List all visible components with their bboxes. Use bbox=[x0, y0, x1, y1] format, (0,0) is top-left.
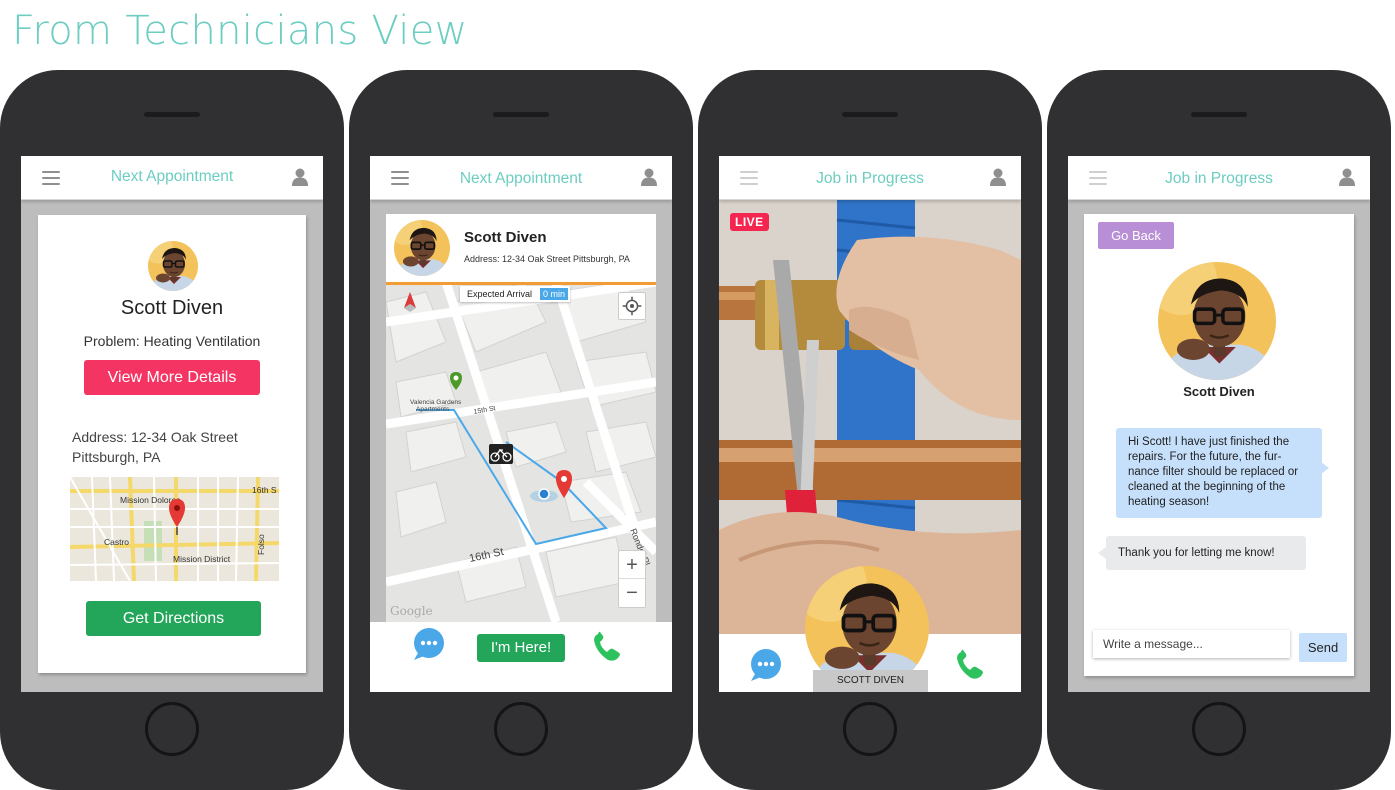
address-line-1: Address: 12-34 Oak Street bbox=[72, 429, 238, 445]
speaker-grille bbox=[493, 112, 549, 117]
message-input[interactable] bbox=[1093, 630, 1290, 658]
app-bar: Job in Progress bbox=[1068, 156, 1370, 200]
appointment-card: Scott Diven Problem: Heating Ventilation… bbox=[38, 215, 306, 673]
technician-message: Hi Scott! I have just finished the repai… bbox=[1116, 428, 1329, 518]
home-button[interactable] bbox=[843, 702, 897, 756]
home-button[interactable] bbox=[1192, 702, 1246, 756]
caller-name-tag: SCOTT DIVEN bbox=[813, 670, 928, 692]
customer-name: Scott Diven bbox=[1183, 384, 1255, 399]
customer-name: Scott Diven bbox=[120, 297, 224, 319]
customer-address: Address: 12-34 Oak Street Pittsburgh, PA bbox=[464, 254, 630, 264]
get-directions-button[interactable]: Get Directions bbox=[86, 601, 261, 636]
address-line-2: Pittsburgh, PA bbox=[72, 449, 161, 465]
page-title: From Technicians View bbox=[12, 8, 468, 54]
user-icon[interactable] bbox=[990, 168, 1006, 186]
map-label-mission-district: Mission District bbox=[173, 554, 231, 564]
send-button[interactable]: Send bbox=[1299, 633, 1347, 662]
im-here-button[interactable]: I'm Here! bbox=[477, 634, 565, 662]
zoom-in-button[interactable]: + bbox=[619, 551, 645, 579]
user-icon[interactable] bbox=[1339, 168, 1355, 186]
screen-title: Job in Progress bbox=[816, 170, 924, 187]
location-map[interactable]: Mission Dolores 16th S Castro Mission Di… bbox=[70, 477, 279, 581]
customer-avatar bbox=[394, 220, 450, 276]
map-label-16th: 16th S bbox=[252, 485, 277, 495]
app-bar: Next Appointment bbox=[21, 156, 323, 200]
chat-screen: Job in Progress Go Back Scott Diven Hi S… bbox=[1068, 156, 1370, 692]
zoom-out-button[interactable]: − bbox=[619, 579, 645, 607]
customer-avatar bbox=[1158, 262, 1276, 380]
screen-title: Job in Progress bbox=[1165, 170, 1273, 187]
eta-banner: Expected Arrival 0 min bbox=[460, 286, 571, 302]
phone-frame-chat: Job in Progress Go Back Scott Diven Hi S… bbox=[1047, 70, 1391, 790]
customer-name: Scott Diven bbox=[464, 229, 547, 246]
chat-bubble-icon[interactable] bbox=[749, 648, 783, 682]
app-bar: Next Appointment bbox=[370, 156, 672, 200]
home-button[interactable] bbox=[494, 702, 548, 756]
screen-title: Next Appointment bbox=[459, 170, 583, 187]
map-label-apartments: Apartments bbox=[416, 406, 450, 413]
navigation-screen: Next Appointment Scott Diven Address: 12… bbox=[370, 156, 672, 692]
phone-frame-navigation: Next Appointment Scott Diven Address: 12… bbox=[349, 70, 693, 790]
home-button[interactable] bbox=[145, 702, 199, 756]
phone-icon[interactable] bbox=[953, 648, 987, 682]
map-label-folsom: Folso bbox=[256, 534, 266, 555]
problem-text: Problem: Heating Ventilation bbox=[83, 333, 261, 349]
map-label-valencia: Valencia Gardens bbox=[410, 399, 462, 406]
live-video-screen: Job in Progress LIVE SCOTT DIVEN bbox=[719, 156, 1021, 692]
phone-frame-appointment: Next Appointment Scott Diven Problem: He… bbox=[0, 70, 344, 790]
customer-avatar bbox=[148, 241, 198, 291]
chat-card: Go Back Scott Diven Hi Scott! I have jus… bbox=[1084, 214, 1354, 676]
screen-title: Next Appointment bbox=[110, 168, 234, 185]
user-icon[interactable] bbox=[641, 168, 657, 186]
phone-icon[interactable] bbox=[590, 630, 624, 664]
eta-label: Expected Arrival bbox=[467, 289, 533, 299]
phone-frame-live-video: Job in Progress LIVE SCOTT DIVEN bbox=[698, 70, 1042, 790]
map-label-castro: Castro bbox=[104, 537, 129, 547]
customer-header: Scott Diven Address: 12-34 Oak Street Pi… bbox=[386, 214, 656, 282]
speaker-grille bbox=[1191, 112, 1247, 117]
user-icon[interactable] bbox=[292, 168, 308, 186]
go-back-button[interactable]: Go Back bbox=[1098, 222, 1174, 249]
navigation-map[interactable]: Valencia Gardens Apartments 15th St 16th… bbox=[386, 282, 656, 622]
crosshair-icon[interactable] bbox=[618, 292, 646, 320]
app-bar: Job in Progress bbox=[719, 156, 1021, 200]
view-more-details-button[interactable]: View More Details bbox=[84, 360, 260, 395]
live-badge: LIVE bbox=[730, 213, 769, 231]
speaker-grille bbox=[144, 112, 200, 117]
appointment-screen: Next Appointment Scott Diven Problem: He… bbox=[21, 156, 323, 692]
google-logo: Google bbox=[390, 604, 433, 618]
zoom-controls: + − bbox=[618, 550, 646, 608]
customer-address: Address: 12-34 Oak Street Pittsburgh, PA bbox=[72, 427, 292, 467]
eta-value: 0 min bbox=[540, 288, 569, 300]
chat-bubble-icon[interactable] bbox=[412, 627, 446, 661]
speaker-grille bbox=[842, 112, 898, 117]
action-bar: I'm Here! bbox=[370, 622, 672, 692]
customer-message: Thank you for letting me know! bbox=[1098, 536, 1306, 570]
map-canvas: Valencia Gardens Apartments 15th St 16th… bbox=[386, 282, 656, 622]
bike-marker-icon bbox=[489, 444, 513, 464]
